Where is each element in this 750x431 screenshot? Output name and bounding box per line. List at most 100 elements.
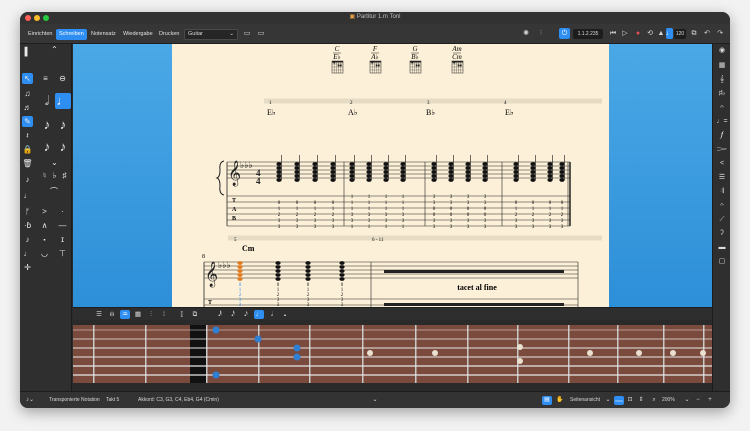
tab-drucken[interactable]: Drucken [156,29,182,40]
record-icon[interactable]: ● [633,29,643,39]
notehead[interactable] [482,166,488,170]
notehead[interactable] [330,178,336,182]
notehead[interactable] [465,170,471,174]
rewind-icon[interactable]: ⏮ [608,29,618,39]
metronome-icon[interactable]: ▲ [656,29,666,39]
chord-diagram-bass[interactable]: E♭ [332,53,341,61]
chord-symbol[interactable]: A♭ [348,108,358,117]
notehead[interactable] [349,178,355,182]
chord-symbol[interactable]: Cm [242,244,255,253]
zoom-level[interactable]: 200% [662,397,675,404]
marcato-icon[interactable]: ∧ [39,220,50,231]
chord-diagram-grid[interactable] [451,60,464,74]
notehead[interactable] [294,178,300,182]
hand-icon[interactable]: ✋ [555,396,565,405]
fermata-palette-icon[interactable]: 𝄐 [716,201,728,211]
notehead[interactable] [431,166,437,170]
notehead[interactable] [513,170,519,174]
flag-icon[interactable]: ᚠ [22,206,33,217]
multi-measure-rest[interactable] [384,270,564,273]
notehead[interactable] [448,178,454,182]
comment-icon[interactable]: ▢ [716,257,728,267]
tacet-text[interactable]: tacet al fine [457,283,497,292]
notehead[interactable] [330,170,336,174]
notehead[interactable] [400,162,406,166]
dynamics-icon[interactable]: 𝆑 [716,131,728,141]
view-mode-select[interactable]: Seitenansicht [570,397,600,404]
mixer-icon[interactable]: ⫶ [536,29,546,39]
cross-icon[interactable]: ✛ [22,262,33,273]
tab-notensatz[interactable]: Notensatz [88,29,119,40]
notehead[interactable] [482,162,488,166]
arpeggio-icon[interactable]: ⟋ [716,215,728,225]
finger-position-dot[interactable] [212,371,220,379]
multi-measure-rest-tab[interactable] [384,303,564,306]
stepper-icon[interactable]: ⇕ [637,396,645,405]
notehead[interactable] [513,162,519,166]
sixtyfourth-note-icon[interactable]: ♪ [55,139,71,155]
palette-icon[interactable]: ◉ [716,46,728,56]
notehead[interactable] [431,170,437,174]
external-window-icon[interactable]: ⧉ [689,29,699,39]
notehead[interactable] [547,170,553,174]
notehead[interactable] [366,170,372,174]
notehead[interactable] [383,162,389,166]
notehead[interactable] [276,166,282,170]
notehead[interactable] [237,265,243,269]
gear-icon[interactable]: ✺ [521,29,531,39]
chord-diagram-name[interactable]: G [412,45,417,53]
barline-icon[interactable]: ≡ [40,73,51,84]
notehead[interactable] [530,162,536,166]
dots-icon[interactable]: ⁞ [159,310,169,319]
notehead[interactable] [513,174,519,178]
tempo-note-icon[interactable]: ♩ [666,28,673,39]
zoom-in-icon[interactable]: + [706,396,714,405]
notehead[interactable] [366,174,372,178]
notehead[interactable] [559,166,565,170]
notehead[interactable] [275,277,281,281]
fretboard[interactable] [73,320,712,391]
eighth-note-icon[interactable]: ♪ [39,117,55,133]
note-input-mode-icon[interactable]: ♪⌄ [24,396,36,405]
notehead[interactable] [339,265,345,269]
tie-tool-icon[interactable]: ♩ [22,248,33,259]
notehead[interactable] [305,273,311,277]
notehead[interactable] [275,261,281,265]
notehead[interactable] [294,170,300,174]
notehead[interactable] [547,178,553,182]
notehead[interactable] [383,166,389,170]
score-canvas[interactable]: CE♭FA♭GB♭AmCm 1 2 3 4 E♭ A♭ B♭ E♭ [73,44,712,307]
mixer-icon[interactable]: ılı [107,310,117,319]
notehead[interactable] [305,277,311,281]
staccatissimo-icon[interactable]: ⬝ [39,234,50,245]
text-icon[interactable]: ☰ [716,173,728,183]
half-note-icon[interactable]: 𝅗𝅥 [267,310,277,319]
key-signature-icon[interactable]: ♯♭ [716,89,728,99]
trash-icon[interactable]: 🗑 [22,158,33,169]
notehead[interactable] [530,178,536,182]
notehead[interactable] [237,277,243,281]
notehead[interactable] [448,170,454,174]
sixteenth-note-icon[interactable]: ♪ [55,117,71,133]
keyboard-icon[interactable]: ▦ [716,61,728,71]
page-view-icon[interactable]: ▤ [542,396,552,405]
lyrics-icon[interactable]: ʔ [716,229,728,239]
tenuto-icon[interactable]: — [57,220,68,231]
notehead[interactable] [448,174,454,178]
finger-position-dot[interactable] [212,326,220,334]
tempo-icon[interactable]: ♩= [716,117,728,127]
notehead[interactable] [366,162,372,166]
notehead[interactable] [559,174,565,178]
notehead[interactable] [431,174,437,178]
rhythm-icon[interactable]: ♬ [22,102,33,113]
format-icon[interactable]: ▭▭ [614,396,624,405]
chord-diagram-name[interactable]: F [372,45,378,53]
guitar-icon[interactable]: ♒ [120,310,130,319]
finger-position-dot[interactable] [254,335,262,343]
slur-tool-icon[interactable]: ♪ [22,234,33,245]
notehead[interactable] [330,162,336,166]
notehead[interactable] [330,174,336,178]
notehead[interactable] [547,162,553,166]
notehead[interactable] [312,166,318,170]
notehead[interactable] [312,178,318,182]
